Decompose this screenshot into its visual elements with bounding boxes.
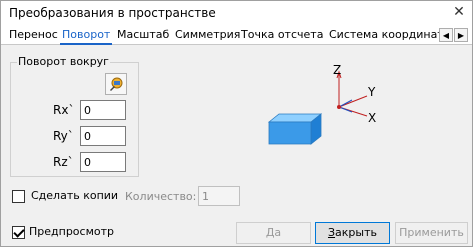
transform-dialog: Преобразования в пространстве ✕ Перенос … xyxy=(0,0,473,247)
tab-bar: Перенос Поворот Масштаб Симметрия Точка … xyxy=(1,25,472,45)
axis-y-label: Y xyxy=(367,85,376,99)
pick-point-button[interactable] xyxy=(105,73,127,95)
rotate-panel: Поворот вокруг Rx` Ry` Rz` xyxy=(1,46,472,246)
make-copies-checkbox[interactable] xyxy=(12,190,25,203)
pick-point-icon xyxy=(110,77,123,91)
title-bar: Преобразования в пространстве ✕ xyxy=(1,1,472,25)
close-button-rest: акрыть xyxy=(335,226,377,239)
quantity-label: Количество: xyxy=(125,190,197,203)
rz-label: Rz` xyxy=(53,155,74,169)
close-button[interactable]: Закрыть xyxy=(315,222,390,244)
quantity-input[interactable] xyxy=(198,186,240,206)
tab-origin-point[interactable]: Точка отсчета xyxy=(239,27,325,45)
preview-scene: Z Y X xyxy=(267,63,376,145)
tab-scroll-left-icon[interactable]: ◀ xyxy=(439,28,453,42)
make-copies-label: Сделать копии xyxy=(31,189,119,202)
rotate-around-group: Поворот вокруг Rx` Ry` Rz` xyxy=(10,56,139,177)
ry-label: Ry` xyxy=(53,129,74,143)
rx-label: Rx` xyxy=(53,103,75,117)
close-button-accel: З xyxy=(327,226,336,239)
tab-scroll-right-icon[interactable]: ▶ xyxy=(454,28,468,42)
close-icon[interactable]: ✕ xyxy=(450,3,468,21)
window-title: Преобразования в пространстве xyxy=(9,6,216,20)
rz-input[interactable] xyxy=(80,152,126,172)
tab-move[interactable]: Перенос xyxy=(7,27,60,45)
tab-symmetry[interactable]: Симметрия xyxy=(173,27,242,45)
apply-button[interactable]: Применить xyxy=(395,222,468,244)
axis-z-label: Z xyxy=(333,63,341,77)
tab-scale[interactable]: Масштаб xyxy=(115,27,171,45)
axes-icon xyxy=(336,70,368,117)
tab-coordinate-system[interactable]: Система координат xyxy=(327,27,446,45)
tab-rotate[interactable]: Поворот xyxy=(60,27,113,45)
ok-button[interactable]: Да xyxy=(236,222,311,244)
ry-input[interactable] xyxy=(80,126,126,146)
axis-x-label: X xyxy=(368,111,376,125)
preview-label: Предпросмотр xyxy=(29,225,114,238)
preview-box xyxy=(267,113,323,145)
preview-checkbox[interactable] xyxy=(12,226,25,239)
rotate-around-label: Поворот вокруг xyxy=(17,55,110,68)
rx-input[interactable] xyxy=(80,100,126,120)
